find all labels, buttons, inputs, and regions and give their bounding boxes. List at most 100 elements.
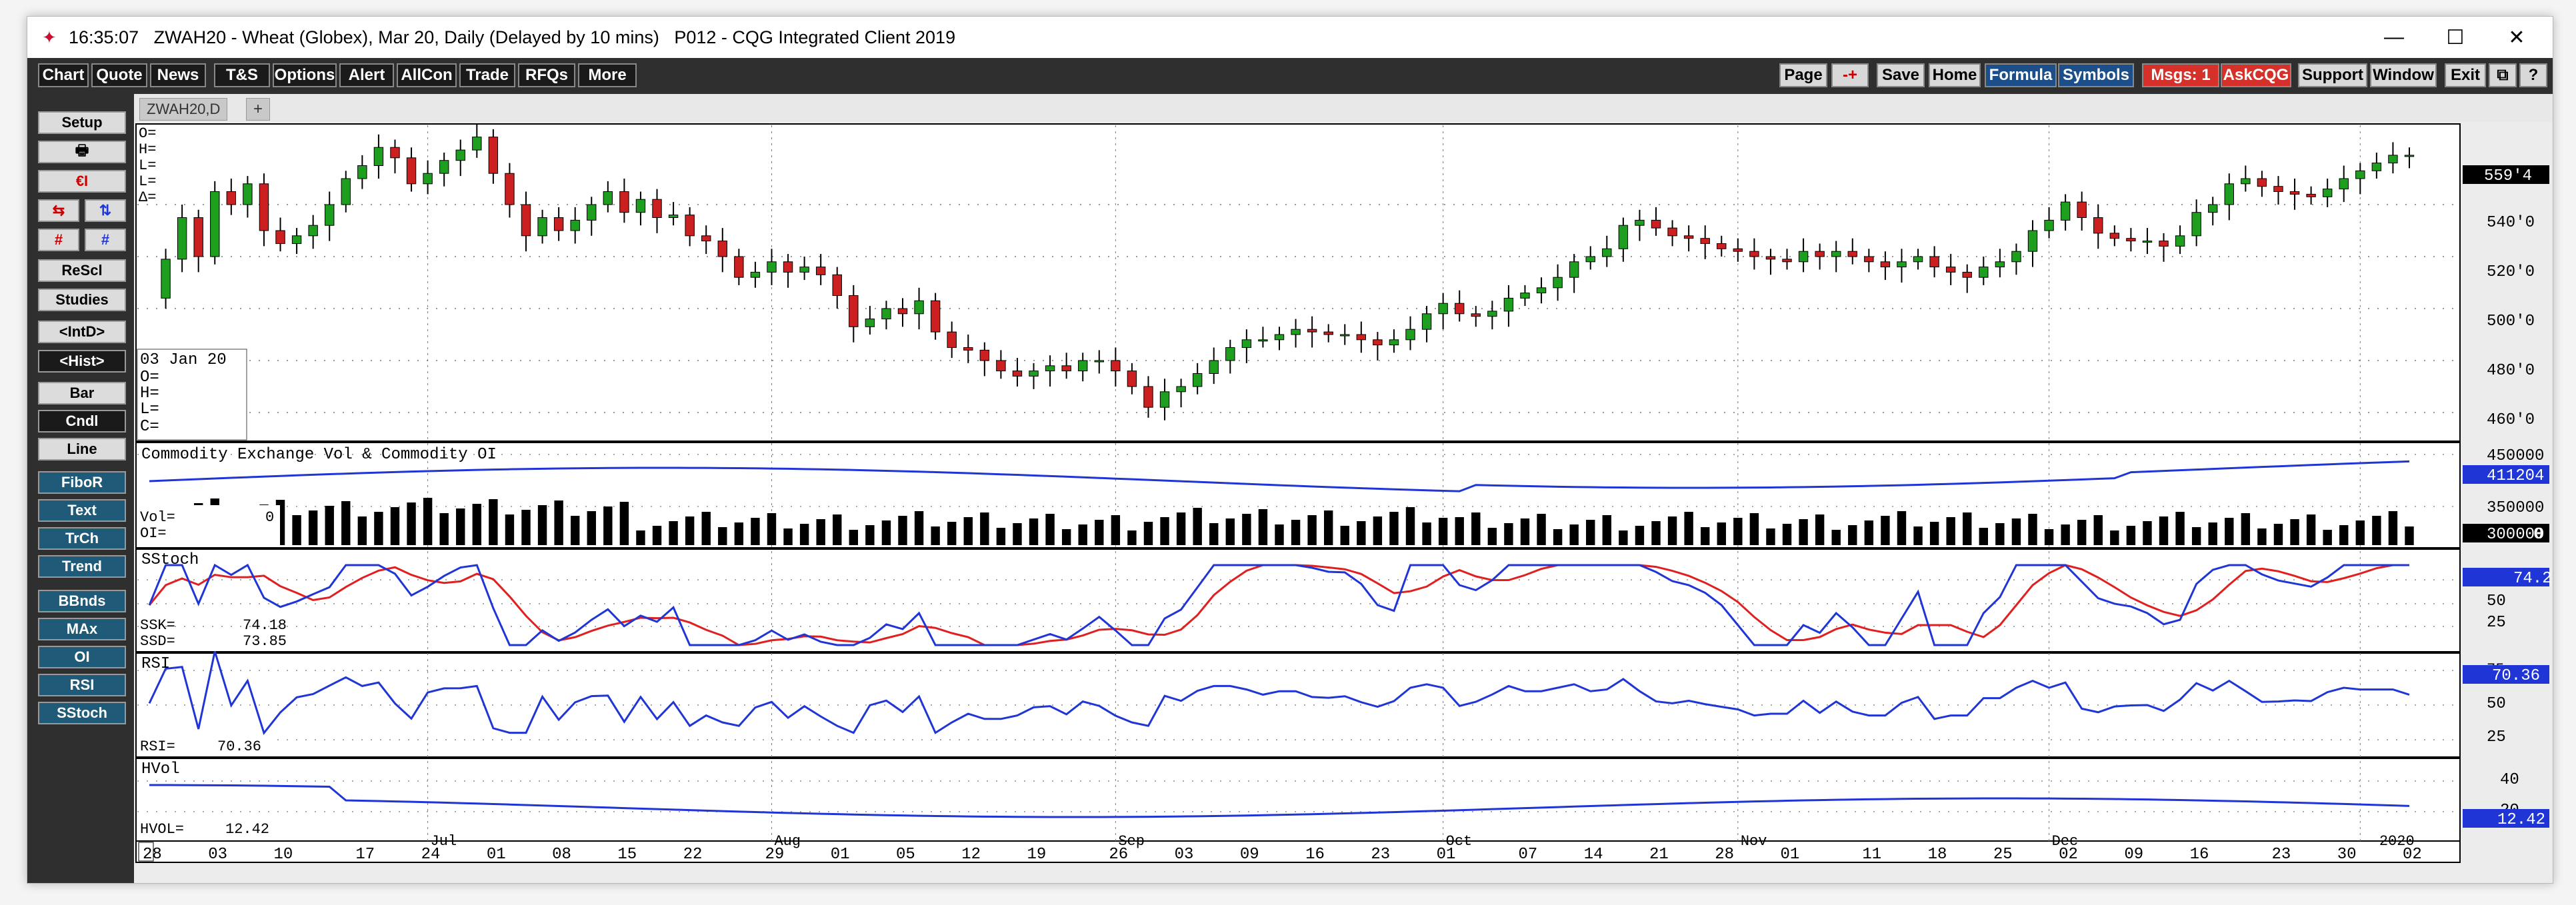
price-tick-540: 540'0	[2487, 214, 2535, 232]
candle-body	[1602, 248, 1612, 257]
chart-area[interactable]: O= H= L= L= Δ= 03 Jan 20 O= H= L= C= 540…	[0, 0, 2576, 905]
candle-body	[1536, 287, 1547, 294]
candle-body	[570, 219, 580, 231]
hvol-label: HVOL=	[140, 821, 184, 838]
volume-bar	[1520, 518, 1530, 545]
volume-bar	[2355, 520, 2365, 545]
volume-bar	[1405, 507, 1415, 545]
volume-bar	[2339, 525, 2349, 545]
cursor-date: 03 Jan 20	[140, 351, 227, 369]
candle-body	[832, 274, 842, 296]
candle-body	[1061, 365, 1071, 372]
x-axis-day-label: 30	[2337, 846, 2357, 864]
x-axis-month-label: Sep	[1118, 833, 1145, 850]
candle-body	[1340, 334, 1350, 337]
candle-body	[1029, 371, 1039, 377]
volume-bar	[292, 515, 301, 545]
volume-bar	[521, 510, 531, 545]
rsi-value: 70.36	[217, 738, 261, 755]
volume-bar	[751, 518, 760, 545]
volume-bar	[1258, 509, 1268, 545]
last-price-value: 559'4	[2484, 167, 2532, 185]
volume-bar	[833, 514, 842, 545]
candle-body	[2289, 191, 2300, 195]
volume-bar	[2028, 514, 2037, 545]
x-axis-month-label: Nov	[1741, 833, 1767, 850]
volume-bar	[537, 505, 547, 545]
volume-bar	[308, 510, 318, 545]
volume-bar	[1864, 520, 1874, 545]
x-axis-day-label: 16	[1305, 846, 1325, 864]
candle-body	[1733, 248, 1743, 252]
candle-body	[1553, 277, 1563, 289]
volume-bar	[1160, 517, 1169, 545]
volume-bar	[1209, 523, 1219, 545]
volume-bar	[1586, 520, 1595, 545]
volume-bar	[1275, 524, 1284, 545]
x-axis-day-label: 09	[2124, 846, 2143, 864]
x-axis-month-label: Aug	[774, 833, 801, 850]
candle-body	[930, 300, 941, 333]
candle-body	[1192, 373, 1203, 387]
candle-body	[193, 217, 203, 257]
volume-bar	[2273, 524, 2283, 545]
volume-bar	[1733, 518, 1743, 545]
ssd-value: 73.85	[243, 633, 287, 650]
volume-bar	[1831, 530, 1841, 545]
x-axis-day-label: 07	[1518, 846, 1537, 864]
volume-bar	[472, 504, 482, 545]
volume-bar	[1569, 524, 1579, 545]
candle-body	[979, 349, 990, 361]
candle-body	[210, 191, 220, 257]
volume-panel-title: Commodity Exchange Vol & Commodity OI	[141, 446, 497, 464]
volume-bar	[701, 512, 711, 545]
candle-body	[243, 183, 253, 205]
candle-body	[1667, 227, 1677, 237]
volume-bar	[1193, 508, 1202, 545]
candle-body	[1831, 251, 1841, 257]
volume-bar	[865, 525, 875, 545]
volume-bar	[669, 521, 678, 545]
volume-bar	[2093, 515, 2103, 545]
x-axis-day-label: 05	[896, 846, 915, 864]
candle-body	[603, 191, 613, 205]
volume-bar	[1291, 520, 1301, 545]
volume-bar	[1799, 519, 1808, 545]
volume-bar	[980, 512, 989, 545]
candle-body	[1487, 311, 1497, 317]
candle-body	[2126, 238, 2136, 242]
ssk-label: SSK=	[140, 617, 175, 634]
volume-bar	[816, 519, 825, 545]
x-axis-day-label: 18	[1928, 846, 1947, 864]
candle-body	[373, 147, 384, 166]
ohlc-label-l: L=	[139, 157, 156, 174]
ssd-label: SSD=	[140, 633, 175, 650]
candle-body	[2404, 155, 2415, 157]
volume-bar	[1340, 526, 1349, 545]
candle-body	[1798, 251, 1809, 263]
price-tick-460: 460'0	[2487, 411, 2535, 429]
volume-bar	[914, 511, 924, 545]
candle-body	[881, 308, 891, 320]
volume-bar	[1225, 518, 1235, 545]
volume-bar	[931, 526, 940, 545]
candle-body	[619, 191, 629, 213]
volume-bar	[1078, 524, 1087, 545]
volume-bar	[325, 506, 334, 545]
volume-bar	[439, 513, 449, 545]
candle-body	[2044, 219, 2054, 231]
candle-body	[717, 241, 727, 257]
x-axis-month-label: Oct	[1446, 833, 1473, 850]
rsi-label: RSI=	[140, 738, 175, 755]
candle-body	[2388, 155, 2398, 164]
candle-body	[226, 191, 237, 205]
candle-body	[1127, 371, 1137, 387]
ohlc-label-l2: L=	[139, 173, 156, 190]
candle-body	[1945, 267, 1956, 273]
volume-bar	[341, 501, 351, 545]
cursor-label-l: L=	[140, 401, 159, 419]
candle-body	[1455, 303, 1465, 315]
volume-bar	[1635, 526, 1645, 545]
sstoch-tick-50: 50	[2487, 592, 2506, 610]
sstoch-last-value: 74.2	[2513, 570, 2552, 588]
